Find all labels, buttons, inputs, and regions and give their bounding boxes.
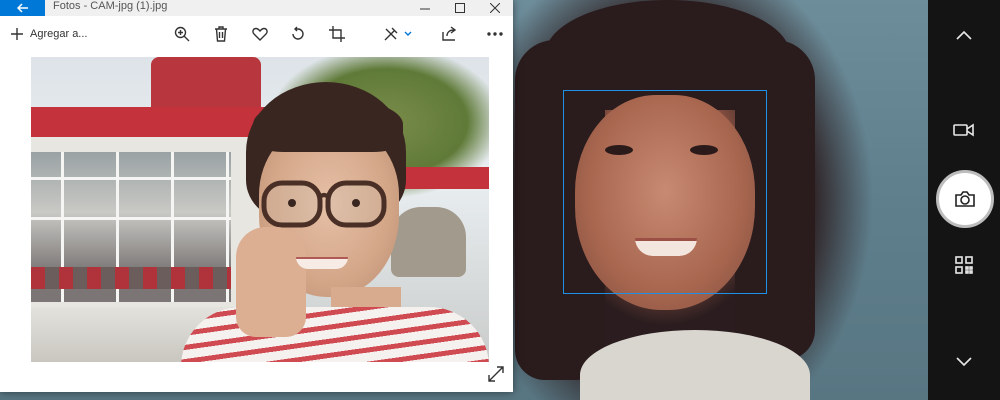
title-bar: Fotos - CAM-jpg (1).jpg [0,0,513,16]
qr-code-icon [955,256,973,274]
more-options-button[interactable] [483,24,507,44]
add-to-label: Agregar a... [30,28,88,40]
edit-icon [384,27,412,41]
photo-subject-glasses [261,180,387,228]
back-button[interactable] [0,0,45,16]
add-to-button[interactable]: Agregar a... [10,24,87,44]
close-icon [490,3,500,13]
delete-icon [215,26,227,42]
video-mode-button[interactable] [928,110,1000,150]
zoom-in-icon [174,26,190,42]
zoom-button[interactable] [170,24,194,44]
photo-window-frame [31,177,231,180]
photo-subject-bangs [253,97,403,152]
displayed-photo[interactable] [31,57,489,362]
crop-icon [329,26,345,42]
favorite-button[interactable] [248,24,272,44]
photo-viewer [0,52,513,392]
more-icon [487,32,503,36]
minimize-button[interactable] [408,0,442,16]
plus-icon [11,28,23,40]
delete-button[interactable] [209,24,233,44]
photos-window: Fotos - CAM-jpg (1).jpg Agregar a... [0,0,513,392]
camera-icon [955,191,975,207]
minimize-icon [420,8,430,10]
photo-window-frame [31,217,231,220]
video-icon [953,123,974,137]
chevron-up-icon [956,30,972,40]
take-photo-button[interactable] [936,170,994,228]
rotate-button[interactable] [286,24,310,44]
photo-stones [391,207,466,277]
maximize-icon [455,3,465,13]
share-icon [442,26,457,41]
arrow-left-icon [16,3,28,13]
photo-subject-shirt [181,307,489,362]
face-detection-box [563,90,767,294]
photo-chairs [31,267,231,289]
photo-subject-hand [236,227,306,337]
chevron-down-icon [956,357,972,367]
expand-button[interactable] [486,364,506,384]
photo-subject-mouth [296,257,348,269]
share-button[interactable] [438,24,462,44]
close-button[interactable] [478,0,512,16]
edit-create-button[interactable] [380,24,416,44]
expand-icon [488,366,504,382]
chevron-up-button[interactable] [928,15,1000,55]
rotate-icon [292,26,304,40]
crop-button[interactable] [325,24,349,44]
toolbar: Agregar a... [0,16,513,52]
qr-scan-button[interactable] [928,245,1000,285]
window-title: Fotos - CAM-jpg (1).jpg [53,0,168,12]
chevron-down-button[interactable] [928,342,1000,382]
favorite-icon [252,27,268,41]
maximize-button[interactable] [443,0,477,16]
